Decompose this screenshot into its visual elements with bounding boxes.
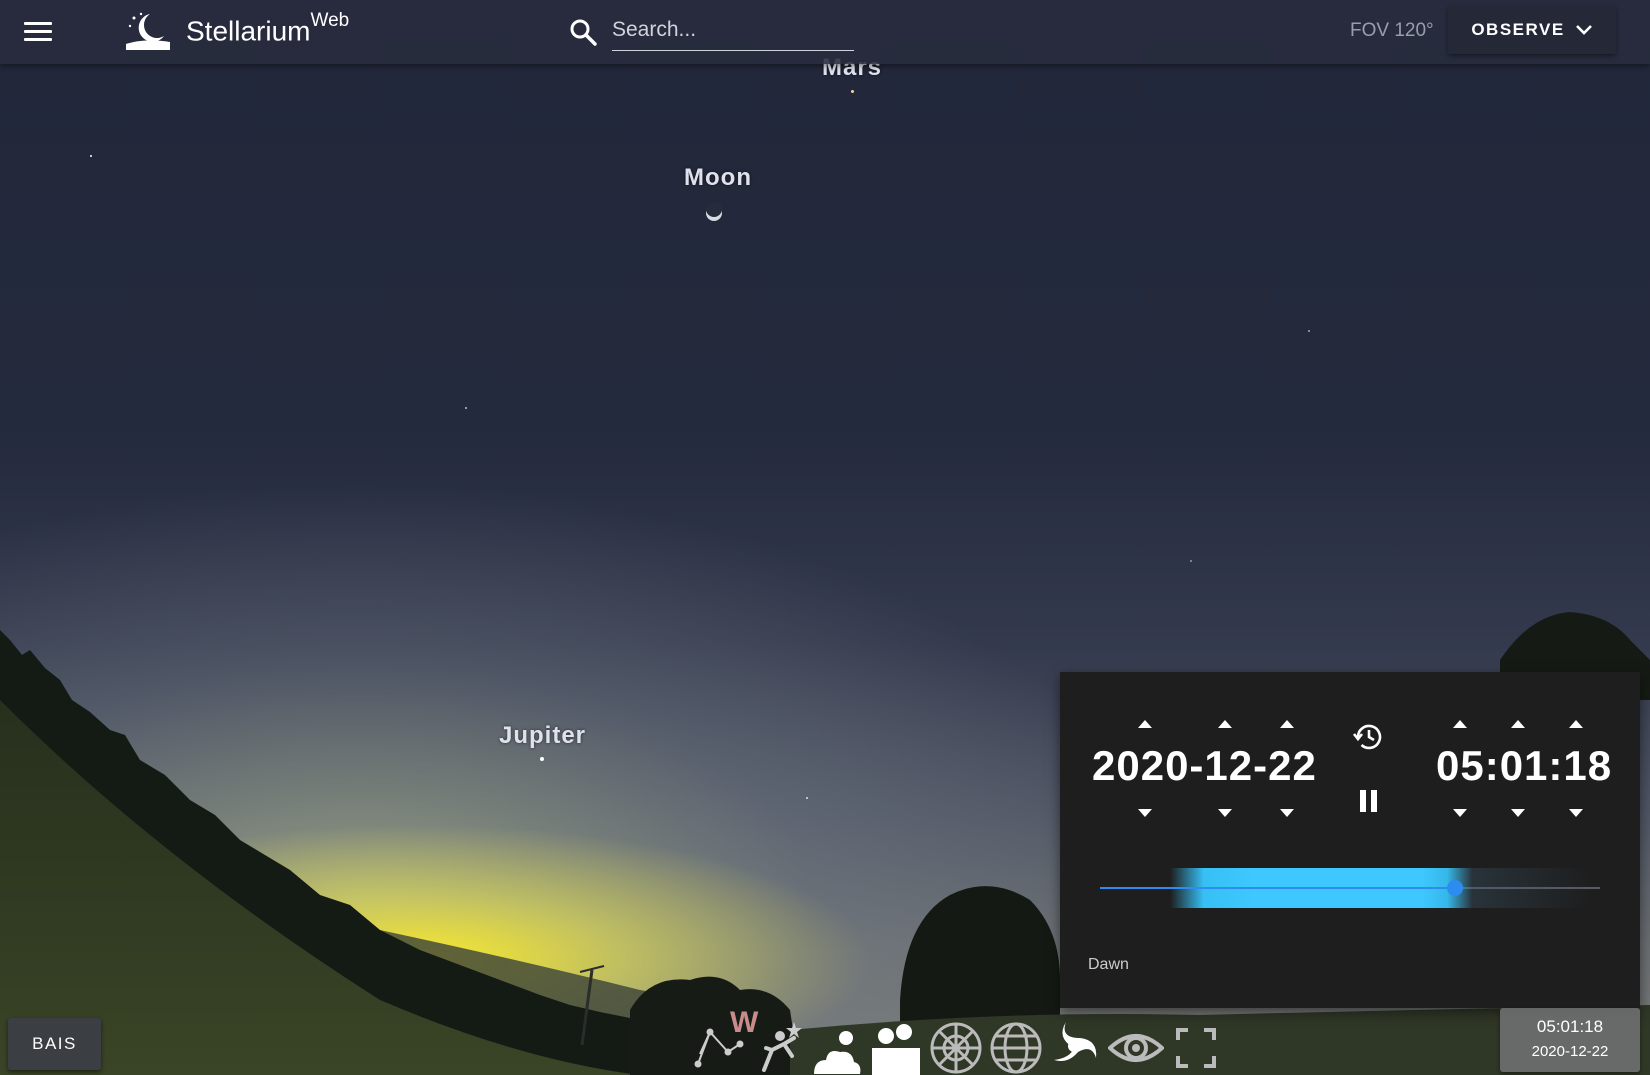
month-down-arrow[interactable] — [1218, 809, 1232, 817]
pause-icon — [1360, 790, 1366, 812]
hour-up-arrow[interactable] — [1453, 720, 1467, 728]
deep-sky-objects-icon[interactable] — [1046, 1008, 1102, 1075]
star[interactable] — [806, 797, 808, 799]
slider-fill — [1100, 887, 1455, 889]
pause-button[interactable] — [1360, 790, 1382, 814]
reset-time-icon[interactable] — [1352, 720, 1386, 754]
azimuthal-grid-icon[interactable] — [928, 1008, 984, 1075]
bottom-toolbar: W — [690, 1008, 1230, 1075]
star[interactable] — [90, 155, 92, 157]
fullscreen-icon[interactable] — [1168, 1008, 1224, 1075]
location-button[interactable]: BAIS — [8, 1018, 101, 1070]
fov-indicator: FOV 120° — [1350, 20, 1434, 41]
moon-label[interactable]: Moon — [684, 164, 752, 192]
constellation-art-icon[interactable] — [748, 1008, 804, 1075]
star[interactable] — [1190, 560, 1192, 562]
atmosphere-icon[interactable] — [808, 1008, 864, 1075]
datetime-date: 2020-12-22 — [1531, 1043, 1609, 1060]
datetime-time: 05:01:18 — [1536, 1017, 1604, 1036]
day-up-arrow[interactable] — [1280, 720, 1294, 728]
year-up-arrow[interactable] — [1138, 720, 1152, 728]
search-input[interactable] — [612, 10, 854, 51]
search-icon[interactable] — [568, 17, 598, 47]
night-mode-icon[interactable] — [1108, 1008, 1164, 1075]
mars-dot[interactable] — [851, 90, 854, 93]
datetime-button[interactable]: 05:01:18 2020-12-22 — [1500, 1008, 1640, 1072]
jupiter-dot[interactable] — [540, 757, 544, 761]
brand-title: StellariumWeb — [186, 10, 350, 47]
observe-button[interactable]: OBSERVE — [1448, 6, 1616, 54]
year-down-arrow[interactable] — [1138, 809, 1152, 817]
menu-button[interactable] — [22, 18, 54, 46]
day-down-arrow[interactable] — [1280, 809, 1294, 817]
time-of-day-slider[interactable] — [1100, 868, 1600, 908]
month-up-arrow[interactable] — [1218, 720, 1232, 728]
minute-down-arrow[interactable] — [1511, 809, 1525, 817]
star[interactable] — [465, 407, 467, 409]
star[interactable] — [1308, 330, 1310, 332]
second-down-arrow[interactable] — [1569, 809, 1583, 817]
equatorial-grid-icon[interactable] — [988, 1008, 1044, 1075]
hamburger-icon — [24, 22, 52, 25]
slider-thumb[interactable] — [1447, 880, 1463, 896]
jupiter-label[interactable]: Jupiter — [499, 722, 586, 750]
landscape-icon[interactable] — [868, 1008, 924, 1075]
hour-down-arrow[interactable] — [1453, 809, 1467, 817]
minute-up-arrow[interactable] — [1511, 720, 1525, 728]
time-panel: 2020-12-22 05:01:18 Dawn — [1060, 672, 1640, 1008]
period-label: Dawn — [1088, 956, 1129, 973]
chevron-down-icon — [1575, 25, 1592, 35]
top-bar: StellariumWeb FOV 120° OBSERVE — [0, 0, 1650, 64]
moon-icon[interactable] — [704, 203, 724, 223]
second-up-arrow[interactable] — [1569, 720, 1583, 728]
time-display[interactable]: 05:01:18 — [1436, 742, 1612, 790]
stellarium-logo-icon — [126, 12, 170, 50]
date-display[interactable]: 2020-12-22 — [1092, 742, 1317, 790]
